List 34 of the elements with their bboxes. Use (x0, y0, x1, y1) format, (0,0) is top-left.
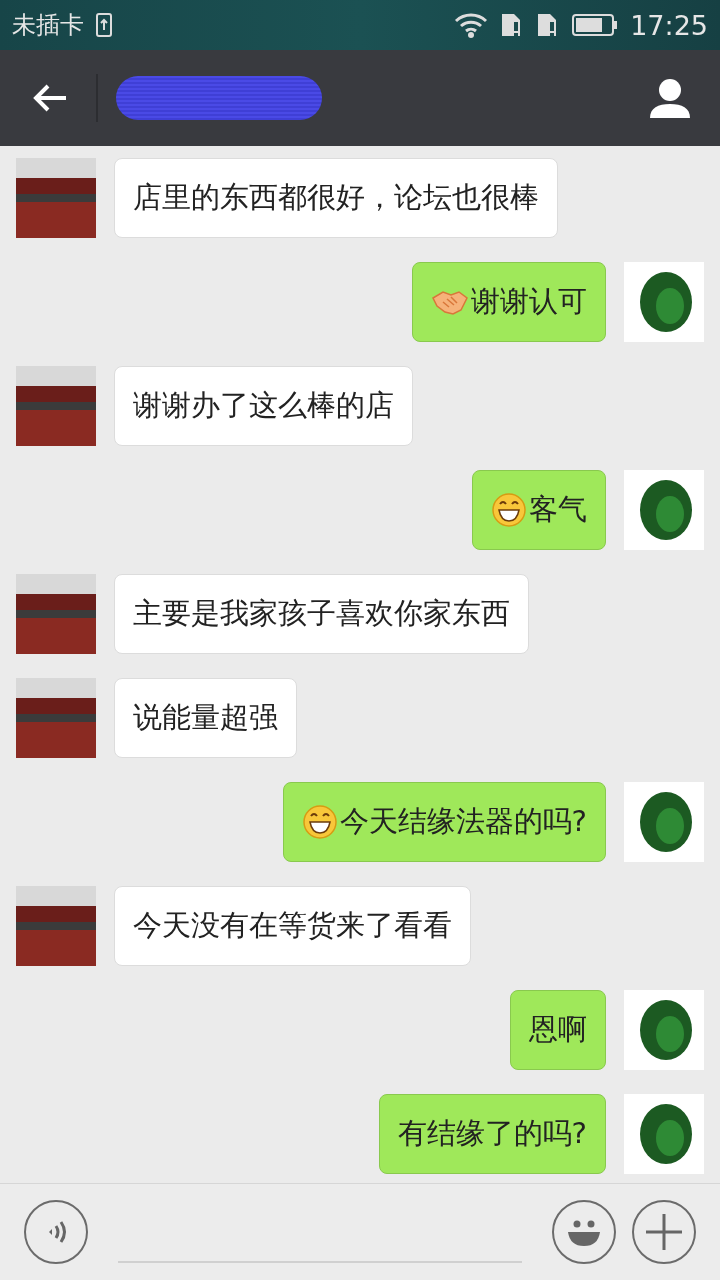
blot-avatar-image[interactable] (624, 782, 704, 862)
grin-emoji-icon (491, 492, 527, 528)
add-button[interactable] (632, 1200, 696, 1264)
blot-avatar-image[interactable] (624, 262, 704, 342)
person-icon[interactable] (648, 78, 692, 118)
voice-button[interactable] (24, 1200, 88, 1264)
message-text: 主要是我家孩子喜欢你家东西 (133, 595, 510, 632)
message-text: 谢谢认可 (471, 283, 587, 320)
message-text: 有结缘了的吗? (397, 1115, 587, 1152)
back-arrow-icon[interactable] (32, 83, 68, 113)
message-text: 今天结缘法器的吗? (339, 803, 587, 840)
photo-placeholder[interactable] (16, 574, 96, 654)
blot-avatar-image[interactable] (624, 470, 704, 550)
message-text: 今天没有在等货来了看看 (133, 907, 452, 944)
battery-icon (572, 13, 619, 37)
blot-avatar-image[interactable] (624, 1094, 704, 1174)
blot-avatar-image[interactable] (624, 990, 704, 1070)
clock-text: 17:25 (630, 9, 708, 41)
emoji-button[interactable] (552, 1200, 616, 1264)
wifi-icon (454, 12, 489, 38)
plus-icon (644, 1212, 684, 1252)
photo-placeholder[interactable] (16, 158, 96, 238)
photo-placeholder[interactable] (16, 366, 96, 446)
photo-placeholder[interactable] (16, 678, 96, 758)
grin-emoji-icon (301, 804, 338, 840)
message-text: 店里的东西都很好，论坛也很棒 (133, 179, 539, 216)
carrier-text: 未插卡 (12, 10, 84, 41)
message-text: 谢谢办了这么棒的店 (133, 387, 394, 424)
message-text: 客气 (529, 491, 587, 528)
handshake-icon (431, 288, 469, 316)
message-text: 说能量超强 (133, 699, 278, 736)
photo-placeholder[interactable] (16, 886, 96, 966)
upload-icon (96, 13, 112, 37)
message-text: 恩啊 (529, 1011, 587, 1048)
